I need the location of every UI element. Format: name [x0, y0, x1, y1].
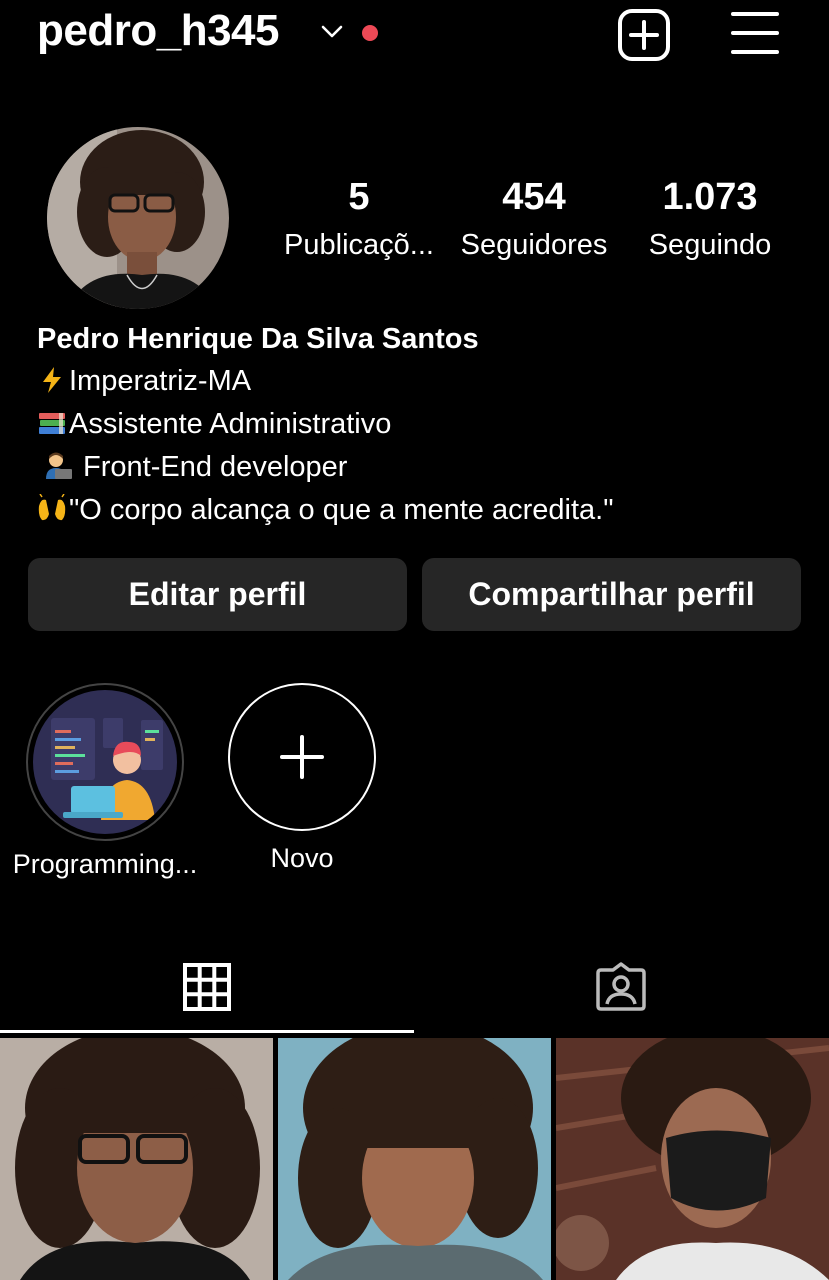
stat-followers-count: 454	[502, 176, 566, 218]
share-profile-button[interactable]: Compartilhar perfil	[422, 558, 801, 631]
post-photo	[556, 1038, 829, 1280]
books-emoji-icon	[39, 413, 65, 434]
stat-following-count: 1.073	[662, 176, 758, 218]
username-title[interactable]: pedro_h345	[37, 6, 279, 56]
bio-location-text: Imperatriz-MA	[69, 365, 252, 397]
highlight-new[interactable]: Novo	[226, 683, 378, 874]
highlight-programming[interactable]: Programming...	[6, 683, 204, 880]
programming-illustration	[33, 690, 177, 834]
stat-following[interactable]: 1.073 Seguindo	[635, 175, 785, 265]
bio-job-text: Assistente Administrativo	[69, 408, 392, 440]
profile-avatar[interactable]	[47, 127, 229, 309]
stat-posts[interactable]: 5 Publicaçõ...	[278, 175, 440, 265]
stat-followers[interactable]: 454 Seguidores	[451, 175, 617, 265]
stat-followers-label: Seguidores	[460, 229, 608, 261]
stat-posts-label: Publicaçõ...	[284, 229, 434, 261]
chevron-down-icon[interactable]	[321, 24, 343, 40]
posts-grid	[0, 1038, 829, 1280]
create-post-icon[interactable]	[617, 8, 671, 62]
bio-quote-text: "O corpo alcança o que a mente acredita.…	[69, 494, 614, 526]
tab-posts-grid[interactable]	[0, 940, 414, 1033]
raising-hands-emoji-icon	[38, 494, 66, 521]
tab-tagged[interactable]	[414, 940, 828, 1033]
new-highlight-label: Novo	[270, 843, 334, 873]
post-thumbnail[interactable]	[556, 1038, 829, 1280]
post-thumbnail[interactable]	[0, 1038, 273, 1280]
active-tab-indicator	[0, 1030, 414, 1033]
highlight-label: Programming...	[12, 849, 198, 879]
top-bar: pedro_h345	[0, 0, 829, 70]
grid-icon	[183, 962, 231, 1011]
highlight-ring	[26, 683, 184, 841]
bio-line-dev: Front-End developer	[37, 446, 797, 489]
menu-icon[interactable]	[730, 10, 780, 56]
plus-icon	[280, 735, 324, 779]
post-thumbnail[interactable]	[278, 1038, 551, 1280]
stat-posts-count: 5	[348, 176, 370, 218]
bio-line-location: Imperatriz-MA	[37, 360, 797, 403]
notification-dot	[362, 25, 378, 41]
tagged-icon	[596, 961, 646, 1011]
bio-line-job: Assistente Administrativo	[37, 403, 797, 446]
profile-bio: Pedro Henrique Da Silva Santos Imperatri…	[37, 318, 797, 532]
highlight-cover	[33, 690, 177, 834]
profile-name: Pedro Henrique Da Silva Santos	[37, 323, 479, 355]
profile-tabs	[0, 940, 829, 1033]
edit-profile-button[interactable]: Editar perfil	[28, 558, 407, 631]
post-photo	[278, 1038, 551, 1280]
bio-dev-text: Front-End developer	[75, 451, 348, 483]
stat-following-label: Seguindo	[648, 229, 772, 261]
post-photo	[0, 1038, 273, 1280]
lightning-emoji-icon	[43, 367, 61, 393]
bio-line-quote: "O corpo alcança o que a mente acredita.…	[37, 489, 797, 532]
profile-photo	[47, 127, 229, 309]
new-highlight-ring[interactable]	[228, 683, 376, 831]
technologist-emoji-icon	[46, 452, 72, 479]
